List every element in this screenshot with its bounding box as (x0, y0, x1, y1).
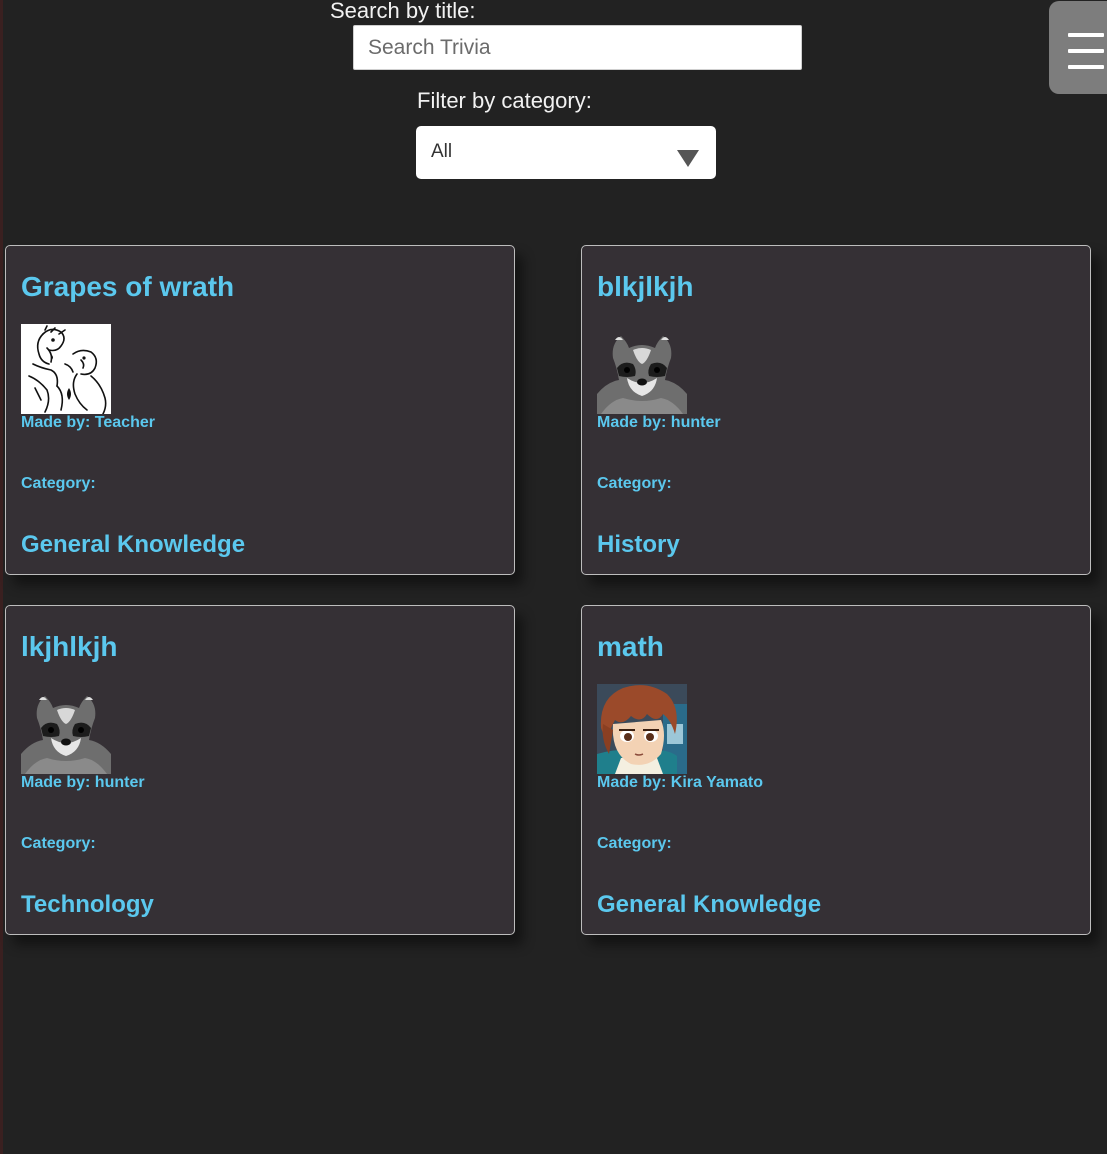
card-category: Technology (21, 891, 154, 918)
card-category: General Knowledge (21, 531, 246, 558)
card-author: Made by: Teacher (21, 414, 155, 431)
anime-character-avatar (597, 684, 687, 774)
dropdown-arrow-icon (677, 150, 699, 167)
raccoon-avatar (21, 696, 111, 774)
card-author: Made by: hunter (21, 774, 145, 791)
menu-button[interactable] (1049, 1, 1107, 94)
window-left-edge (0, 0, 3, 1154)
category-select-value: All (431, 141, 453, 162)
filter-label: Filter by category: (417, 88, 592, 113)
card-title: Grapes of wrath (21, 271, 235, 302)
card-title: lkjhlkjh (21, 631, 118, 662)
trivia-card-math[interactable]: math Made by: Kira Yamato Category: Gene… (581, 605, 1091, 935)
trivia-card-lkjhlkjh[interactable]: lkjhlkjh Made by: hunter Category: Techn… (5, 605, 515, 935)
comic-sketch-avatar (21, 324, 111, 414)
card-category: History (597, 531, 680, 558)
trivia-card-blkjlkjh[interactable]: blkjlkjh Made by: hunter Category: Histo… (581, 245, 1091, 575)
card-category: General Knowledge (597, 891, 822, 918)
card-title: math (597, 631, 664, 662)
card-category-label: Category: (597, 475, 672, 492)
card-category-label: Category: (21, 835, 96, 852)
card-author: Made by: hunter (597, 414, 721, 431)
search-input[interactable] (353, 25, 802, 70)
card-category-label: Category: (21, 475, 96, 492)
raccoon-avatar (597, 336, 687, 414)
card-author: Made by: Kira Yamato (597, 774, 763, 791)
card-title: blkjlkjh (597, 271, 694, 302)
card-category-label: Category: (597, 835, 672, 852)
search-label: Search by title: (330, 0, 476, 23)
category-select[interactable]: All (416, 126, 716, 179)
trivia-card-grapes-of-wrath[interactable]: Grapes of wrath Made by: Teacher Categor… (5, 245, 515, 575)
